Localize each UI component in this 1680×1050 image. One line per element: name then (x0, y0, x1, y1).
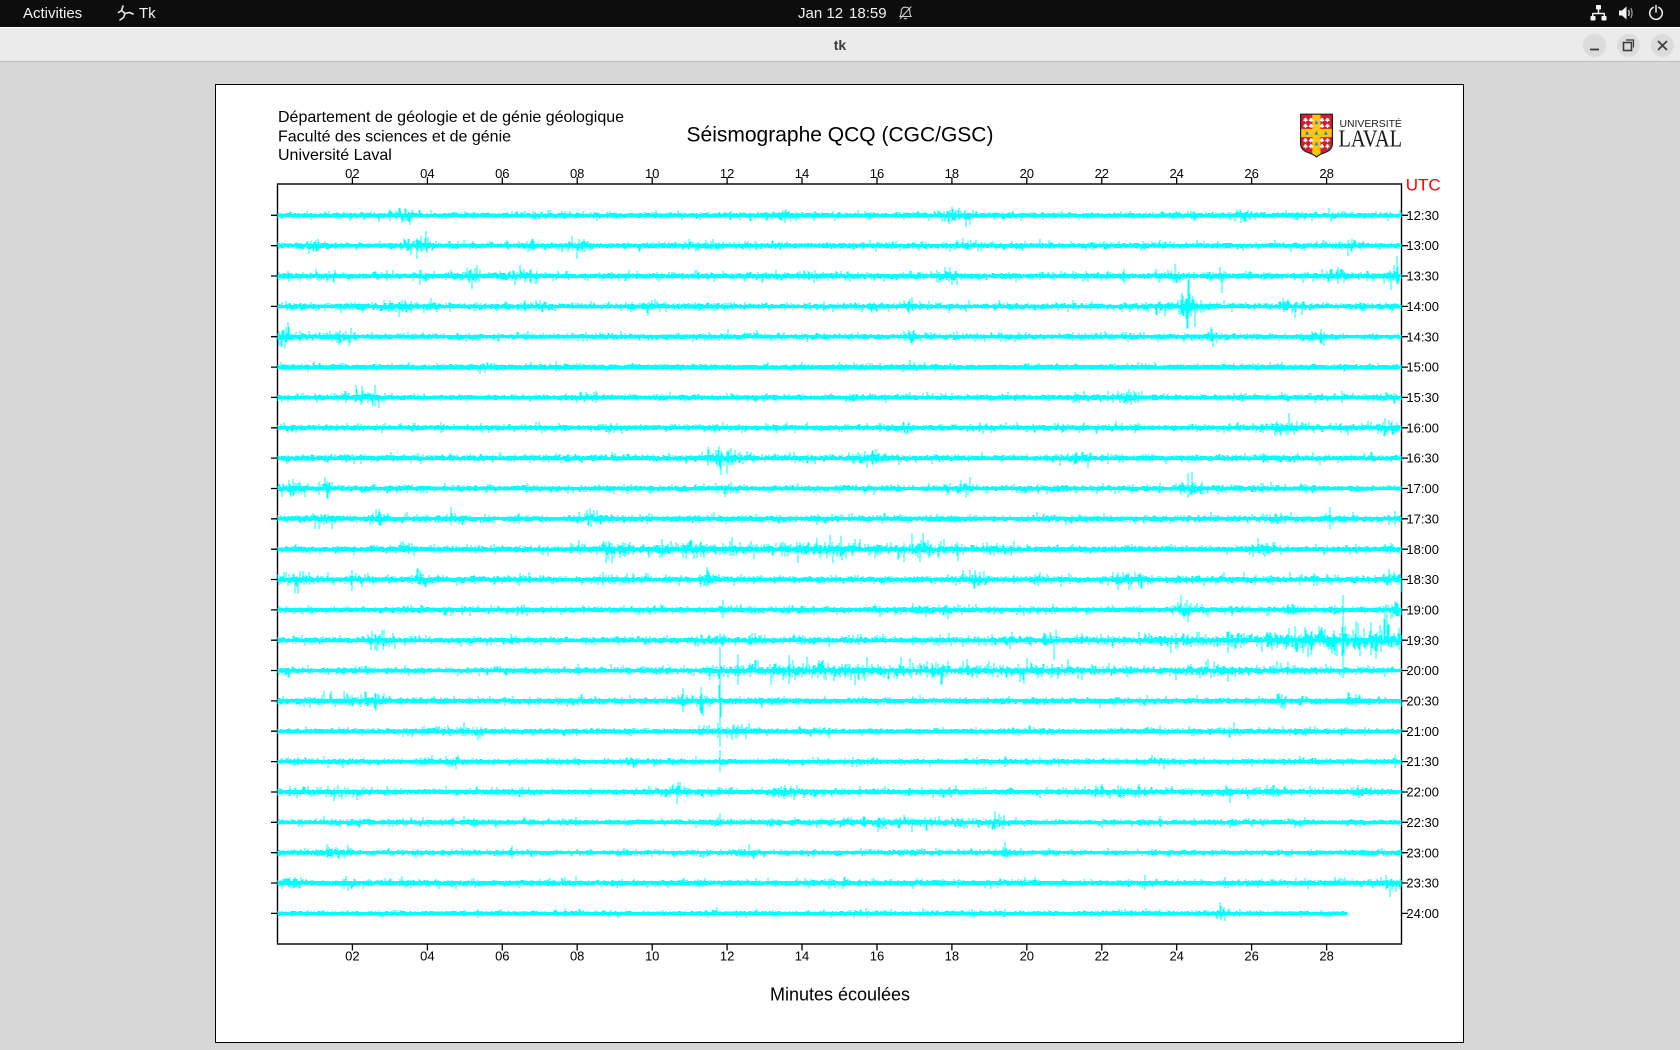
svg-text:24:00: 24:00 (1406, 906, 1439, 921)
svg-text:16: 16 (870, 166, 884, 181)
svg-text:18: 18 (945, 948, 959, 963)
svg-text:12:30: 12:30 (1406, 208, 1439, 223)
svg-text:10: 10 (645, 166, 659, 181)
svg-text:22:00: 22:00 (1406, 785, 1439, 800)
svg-text:22:30: 22:30 (1406, 815, 1439, 830)
svg-text:24: 24 (1169, 166, 1183, 181)
svg-text:21:30: 21:30 (1406, 754, 1439, 769)
svg-text:23:00: 23:00 (1406, 845, 1439, 860)
svg-text:22: 22 (1095, 166, 1109, 181)
svg-text:13:30: 13:30 (1406, 269, 1439, 284)
svg-text:20:30: 20:30 (1406, 694, 1439, 709)
svg-text:18:00: 18:00 (1406, 542, 1439, 557)
svg-text:06: 06 (495, 166, 509, 181)
svg-text:19:00: 19:00 (1406, 603, 1439, 618)
svg-text:24: 24 (1169, 948, 1183, 963)
svg-text:UTC: UTC (1406, 176, 1441, 195)
svg-text:20: 20 (1020, 948, 1034, 963)
svg-text:02: 02 (345, 166, 359, 181)
svg-text:16:00: 16:00 (1406, 420, 1439, 435)
svg-text:14: 14 (795, 166, 809, 181)
svg-text:26: 26 (1244, 166, 1258, 181)
svg-text:14: 14 (795, 948, 809, 963)
svg-text:06: 06 (495, 948, 509, 963)
svg-text:17:30: 17:30 (1406, 511, 1439, 526)
svg-text:08: 08 (570, 948, 584, 963)
svg-text:08: 08 (570, 166, 584, 181)
svg-text:14:30: 14:30 (1406, 329, 1439, 344)
svg-text:19:30: 19:30 (1406, 633, 1439, 648)
svg-text:12: 12 (720, 948, 734, 963)
svg-text:15:30: 15:30 (1406, 390, 1439, 405)
svg-text:14:00: 14:00 (1406, 299, 1439, 314)
svg-text:16:30: 16:30 (1406, 451, 1439, 466)
svg-text:20: 20 (1020, 166, 1034, 181)
svg-text:Faculté des sciences et de gén: Faculté des sciences et de génie (278, 128, 511, 145)
svg-text:04: 04 (420, 166, 434, 181)
svg-text:26: 26 (1244, 948, 1258, 963)
svg-text:Minutes écoulées: Minutes écoulées (770, 985, 910, 1005)
svg-text:Département de géologie et de: Département de géologie et de génie géol… (278, 109, 624, 126)
svg-text:10: 10 (645, 948, 659, 963)
svg-text:21:00: 21:00 (1406, 724, 1439, 739)
svg-text:13:00: 13:00 (1406, 238, 1439, 253)
svg-text:28: 28 (1319, 948, 1333, 963)
svg-text:02: 02 (345, 948, 359, 963)
svg-text:23:30: 23:30 (1406, 876, 1439, 891)
svg-text:12: 12 (720, 166, 734, 181)
svg-text:20:00: 20:00 (1406, 663, 1439, 678)
svg-text:28: 28 (1319, 166, 1333, 181)
svg-text:LAVAL: LAVAL (1339, 127, 1403, 153)
svg-text:17:00: 17:00 (1406, 481, 1439, 496)
svg-text:15:00: 15:00 (1406, 360, 1439, 375)
svg-text:22: 22 (1095, 948, 1109, 963)
svg-text:18:30: 18:30 (1406, 572, 1439, 587)
svg-text:18: 18 (945, 166, 959, 181)
svg-text:04: 04 (420, 948, 434, 963)
svg-text:16: 16 (870, 948, 884, 963)
svg-text:Université Laval: Université Laval (278, 147, 392, 164)
svg-text:Séismographe QCQ (CGC/GSC): Séismographe QCQ (CGC/GSC) (687, 123, 994, 146)
